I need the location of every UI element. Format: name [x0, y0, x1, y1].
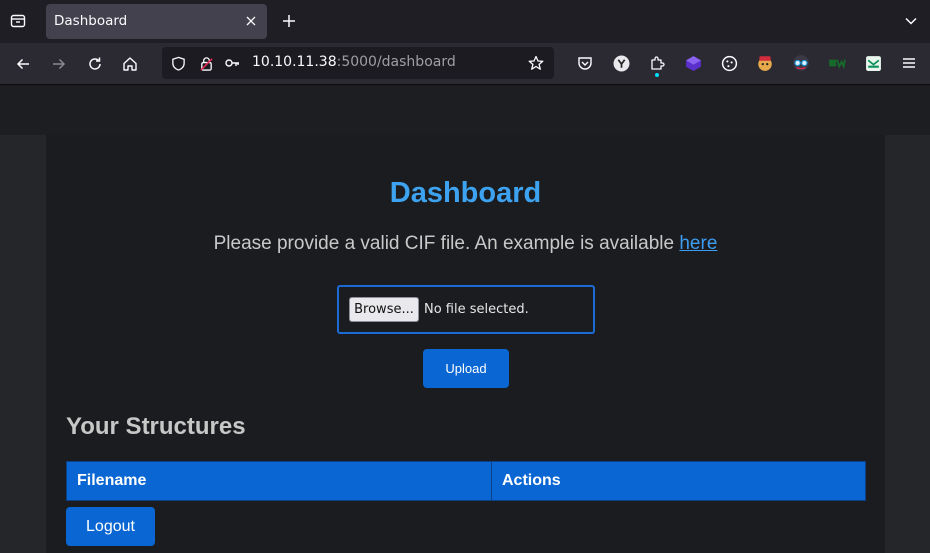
y-extension-icon[interactable]	[612, 54, 630, 72]
chevron-down-icon[interactable]	[904, 13, 920, 29]
menu-icon[interactable]	[900, 54, 918, 72]
bw-extension-icon[interactable]	[828, 54, 846, 72]
cookie-extension-icon[interactable]	[720, 54, 738, 72]
tab-list-icon[interactable]	[8, 11, 28, 31]
structures-heading: Your Structures	[66, 413, 246, 440]
mail-extension-icon[interactable]	[864, 54, 882, 72]
file-status-text: No file selected.	[424, 302, 529, 317]
example-link[interactable]: here	[679, 233, 717, 254]
star-icon[interactable]	[528, 55, 544, 71]
instructions-text: Please provide a valid CIF file. An exam…	[46, 233, 885, 255]
browse-button[interactable]: Browse...	[349, 297, 419, 322]
column-header-actions: Actions	[502, 472, 561, 489]
tab-dashboard[interactable]: Dashboard	[46, 4, 267, 39]
address-bar[interactable]: 10.10.11.38:5000/dashboard	[162, 47, 554, 79]
fox-extension-icon[interactable]	[756, 54, 774, 72]
close-icon[interactable]	[243, 13, 259, 29]
instructions-label: Please provide a valid CIF file. An exam…	[213, 233, 680, 254]
forward-icon[interactable]	[48, 53, 70, 75]
file-input[interactable]: Browse... No file selected.	[337, 285, 595, 334]
plus-icon[interactable]	[280, 12, 298, 30]
tab-title: Dashboard	[54, 13, 128, 29]
glasses-extension-icon[interactable]	[792, 54, 810, 72]
url-host: 10.10.11.38	[252, 54, 337, 70]
url-text[interactable]: 10.10.11.38:5000/dashboard	[252, 54, 456, 70]
logout-button[interactable]: Logout	[66, 507, 155, 546]
pocket-icon[interactable]	[576, 54, 594, 72]
lock-warning-icon[interactable]	[198, 55, 214, 71]
page-viewport: Dashboard Please provide a valid CIF fil…	[0, 86, 930, 553]
key-icon[interactable]	[224, 55, 240, 71]
structures-table: Filename Actions	[66, 461, 866, 501]
url-path: :5000/dashboard	[336, 54, 456, 70]
extensions-icon[interactable]	[648, 54, 666, 77]
shield-icon[interactable]	[170, 55, 186, 71]
column-header-filename: Filename	[67, 462, 492, 500]
notification-dot	[655, 73, 659, 77]
reload-icon[interactable]	[84, 53, 106, 75]
home-icon[interactable]	[119, 53, 141, 75]
page-title: Dashboard	[389, 177, 542, 209]
back-icon[interactable]	[12, 53, 34, 75]
navigation-toolbar: 10.10.11.38:5000/dashboard	[0, 43, 930, 85]
purple-cube-extension-icon[interactable]	[684, 54, 702, 72]
upload-button[interactable]: Upload	[423, 349, 509, 388]
dashboard-container: Dashboard Please provide a valid CIF fil…	[46, 135, 885, 553]
tab-bar: Dashboard	[0, 0, 930, 43]
